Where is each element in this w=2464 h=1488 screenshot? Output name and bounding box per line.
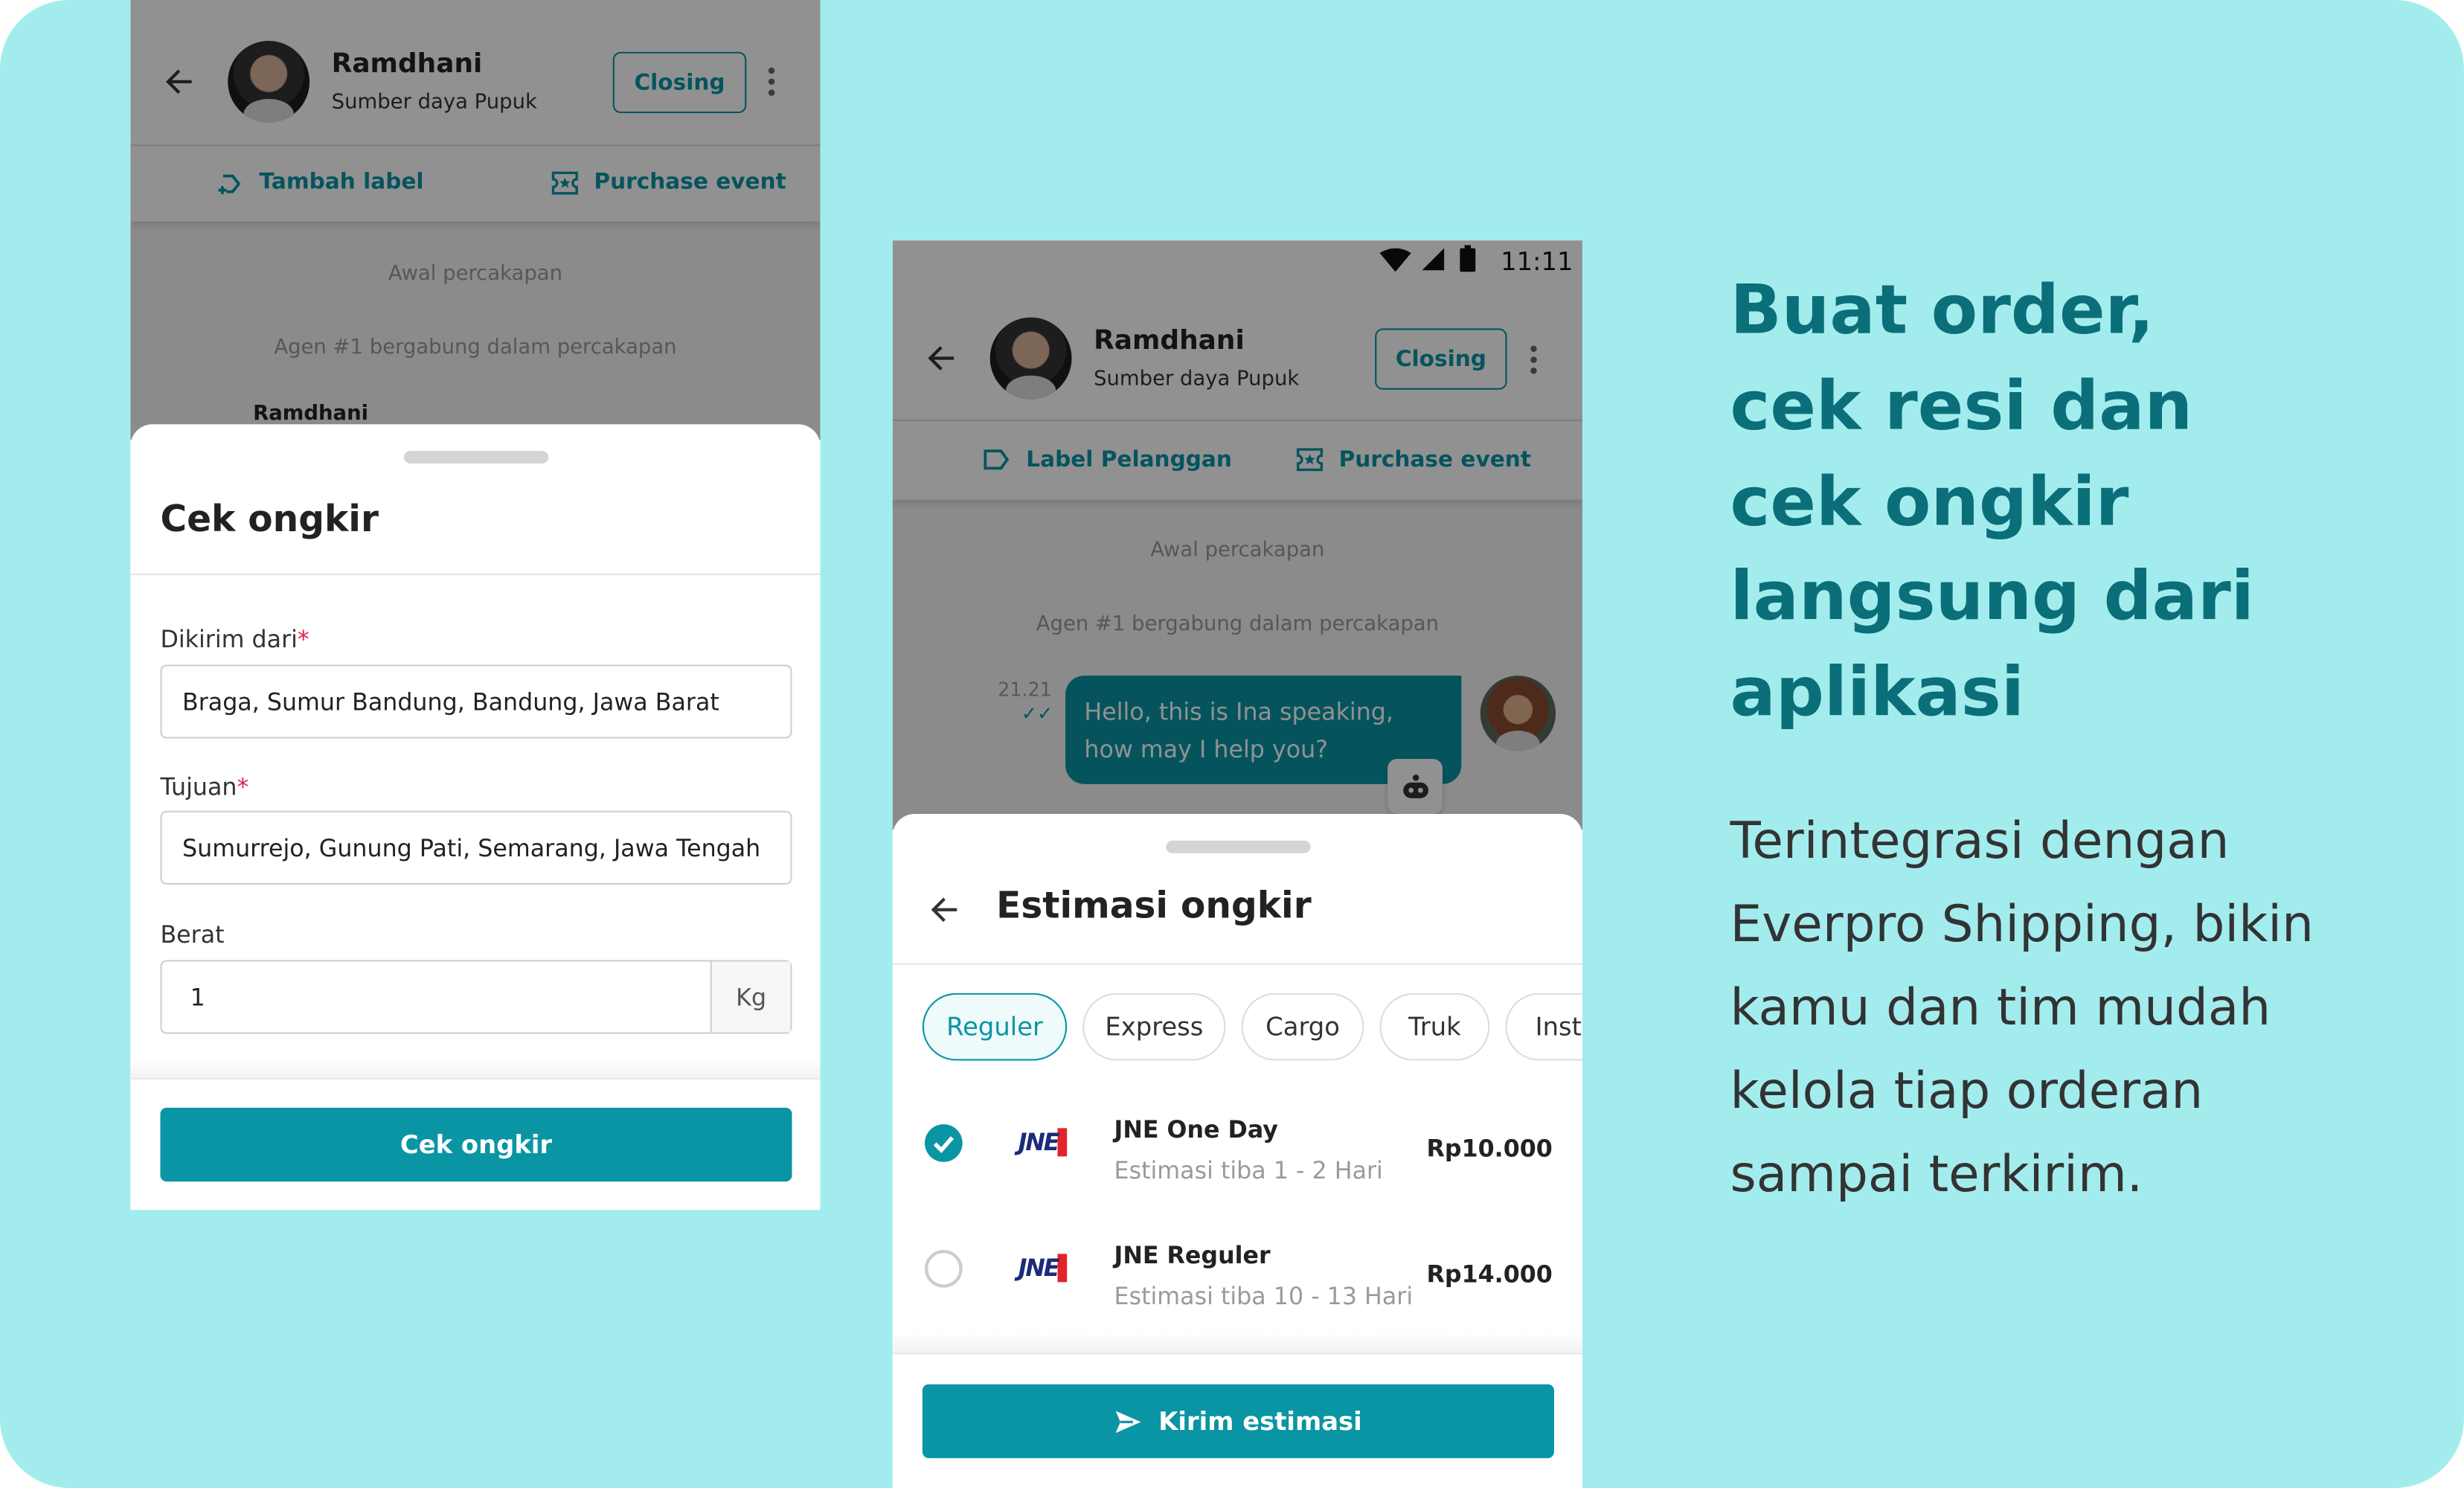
body-line: kamu dan tim mudah	[1730, 977, 2271, 1037]
radio-checked-icon[interactable]	[924, 1123, 963, 1163]
divider	[892, 963, 1582, 965]
right-phone-screen: 11:11 Ramdhani Sumber daya Pupuk Closing…	[892, 240, 1582, 1488]
body-line: sampai terkirim.	[1730, 1144, 2143, 1204]
chip-instant[interactable]: Insta	[1505, 992, 1582, 1061]
option-name: JNE One Day	[1114, 1115, 1278, 1144]
from-label: Dikirim dari*	[160, 626, 309, 654]
kirim-estimasi-label: Kirim estimasi	[1158, 1406, 1362, 1437]
back-arrow-icon[interactable]	[930, 896, 958, 924]
to-label: Tujuan*	[160, 773, 248, 801]
jne-logo: JNE	[1018, 1254, 1068, 1283]
footer-divider	[130, 1060, 821, 1080]
dim-overlay	[130, 0, 821, 440]
shipping-option-row[interactable]: JNE JNE One Day Estimasi tiba 1 - 2 Hari…	[893, 1089, 1582, 1184]
divider	[130, 573, 821, 575]
from-input[interactable]: Braga, Sumur Bandung, Bandung, Jawa Bara…	[160, 664, 792, 739]
headline-line: Buat order,	[1730, 272, 2155, 350]
drag-handle[interactable]	[1166, 840, 1311, 853]
radio-unchecked-icon[interactable]	[924, 1249, 963, 1289]
required-mark: *	[297, 625, 309, 654]
to-label-text: Tujuan	[160, 773, 237, 802]
estimasi-ongkir-sheet: Estimasi ongkir Reguler Express Cargo Tr…	[892, 813, 1582, 1488]
option-eta: Estimasi tiba 1 - 2 Hari	[1114, 1156, 1383, 1185]
sheet-title: Cek ongkir	[160, 499, 379, 541]
weight-value: 1	[190, 982, 205, 1012]
jne-logo: JNE	[1018, 1128, 1068, 1157]
chip-express[interactable]: Express	[1082, 992, 1226, 1061]
footer-divider	[892, 1332, 1582, 1355]
sheet-title: Estimasi ongkir	[996, 886, 1312, 928]
chip-cargo[interactable]: Cargo	[1241, 992, 1364, 1061]
required-mark: *	[237, 773, 249, 802]
headline-line: langsung dari	[1730, 557, 2254, 637]
promo-card: Ramdhani Sumber daya Pupuk Closing Tamba…	[0, 0, 2464, 1488]
option-price: Rp14.000	[1426, 1260, 1553, 1289]
chip-reguler[interactable]: Reguler	[922, 992, 1068, 1061]
headline-line: cek resi dan	[1730, 368, 2193, 446]
option-price: Rp10.000	[1426, 1134, 1553, 1163]
service-type-chips: Reguler Express Cargo Truk Insta	[893, 992, 1582, 1062]
shipping-option-row[interactable]: JNE JNE Reguler Estimasi tiba 10 - 13 Ha…	[893, 1214, 1582, 1311]
weight-unit: Kg	[710, 961, 791, 1033]
option-name: JNE Reguler	[1114, 1241, 1271, 1270]
cek-ongkir-button[interactable]: Cek ongkir	[160, 1107, 792, 1182]
headline-line: cek ongkir	[1730, 464, 2129, 542]
body-line: Everpro Shipping, bikin	[1730, 894, 2314, 954]
option-eta: Estimasi tiba 10 - 13 Hari	[1114, 1282, 1414, 1311]
kirim-estimasi-button[interactable]: Kirim estimasi	[922, 1384, 1554, 1458]
chip-truk[interactable]: Truk	[1379, 992, 1490, 1061]
cek-ongkir-sheet: Cek ongkir Dikirim dari* Braga, Sumur Ba…	[130, 424, 821, 1210]
to-input[interactable]: Sumurrejo, Gunung Pati, Semarang, Jawa T…	[160, 810, 792, 885]
send-icon	[1116, 1410, 1141, 1432]
body-line: kelola tiap orderan	[1730, 1060, 2204, 1120]
weight-input[interactable]: 1 Kg	[160, 960, 792, 1034]
from-label-text: Dikirim dari	[160, 625, 298, 654]
drag-handle[interactable]	[403, 451, 549, 464]
weight-label: Berat	[160, 920, 225, 949]
body-line: Terintegrasi dengan	[1730, 810, 2230, 870]
left-phone-screen: Ramdhani Sumber daya Pupuk Closing Tamba…	[130, 0, 821, 1210]
headline-line: aplikasi	[1730, 653, 2025, 733]
dim-overlay	[892, 240, 1582, 830]
